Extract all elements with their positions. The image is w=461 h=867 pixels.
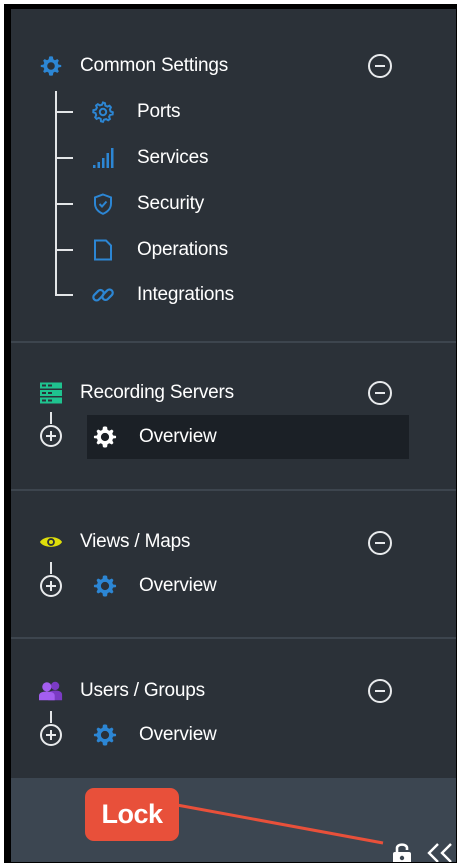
overview-label: Overview bbox=[139, 724, 217, 745]
tree-connector bbox=[55, 91, 57, 295]
tree-connector bbox=[55, 294, 73, 296]
tree-connector bbox=[55, 111, 73, 113]
tree-connector bbox=[55, 203, 73, 205]
lock-button[interactable] bbox=[391, 841, 413, 862]
server-icon bbox=[39, 381, 63, 405]
nav-item-label: Security bbox=[137, 193, 205, 214]
users-groups-title: Users / Groups bbox=[80, 680, 205, 701]
overview-label: Overview bbox=[139, 426, 217, 447]
views-maps-expand-button[interactable] bbox=[40, 575, 62, 597]
tree-connector bbox=[50, 562, 52, 574]
nav-item-label: Services bbox=[137, 147, 209, 168]
views-maps-collapse-button[interactable] bbox=[368, 531, 392, 555]
shield-icon bbox=[91, 192, 115, 216]
tree-connector bbox=[50, 711, 52, 723]
users-groups-overview[interactable]: Overview bbox=[87, 713, 409, 757]
gear-icon bbox=[92, 424, 118, 450]
common-settings-collapse-button[interactable] bbox=[368, 54, 392, 78]
nav-item-services[interactable]: Services bbox=[91, 143, 208, 173]
document-icon bbox=[91, 238, 115, 262]
gear-icon bbox=[39, 54, 63, 78]
recording-servers-collapse-button[interactable] bbox=[368, 381, 392, 405]
tree-connector bbox=[50, 412, 52, 424]
nav-item-integrations[interactable]: Integrations bbox=[91, 280, 234, 310]
nav-item-operations[interactable]: Operations bbox=[91, 235, 228, 265]
recording-servers-title: Recording Servers bbox=[80, 382, 234, 403]
eye-icon bbox=[39, 530, 63, 554]
nav-item-security[interactable]: Security bbox=[91, 189, 204, 219]
users-icon bbox=[39, 679, 63, 703]
common-settings-title: Common Settings bbox=[80, 55, 229, 76]
nav-item-label: Operations bbox=[137, 239, 228, 260]
nav-item-ports[interactable]: Ports bbox=[91, 97, 181, 127]
recording-servers-header[interactable]: Recording Servers bbox=[39, 378, 234, 408]
gear-icon bbox=[92, 722, 118, 748]
users-groups-header[interactable]: Users / Groups bbox=[39, 676, 205, 706]
lock-callout-label: Lock bbox=[85, 788, 179, 841]
nav-item-label: Ports bbox=[137, 101, 181, 122]
tree-connector bbox=[55, 249, 73, 251]
users-groups-expand-button[interactable] bbox=[40, 724, 62, 746]
nav-item-label: Integrations bbox=[137, 284, 234, 305]
users-groups-collapse-button[interactable] bbox=[368, 679, 392, 703]
common-settings-section: Common Settings Ports Services Security … bbox=[11, 9, 456, 341]
users-groups-section: Users / Groups Overview bbox=[11, 639, 456, 778]
recording-servers-overview[interactable]: Overview bbox=[87, 415, 409, 459]
panel-footer bbox=[11, 778, 456, 862]
navigation-panel: Common Settings Ports Services Security … bbox=[11, 9, 456, 862]
recording-servers-section: Recording Servers Overview bbox=[11, 343, 456, 489]
views-maps-header[interactable]: Views / Maps bbox=[39, 527, 190, 557]
gear-icon bbox=[92, 573, 118, 599]
common-settings-header[interactable]: Common Settings bbox=[39, 51, 228, 81]
lock-icon bbox=[391, 843, 413, 862]
signal-bars-icon bbox=[91, 146, 115, 170]
overview-label: Overview bbox=[139, 575, 217, 596]
ports-gear-icon bbox=[91, 100, 115, 124]
link-icon bbox=[91, 283, 115, 307]
views-maps-title: Views / Maps bbox=[80, 531, 191, 552]
views-maps-section: Views / Maps Overview bbox=[11, 491, 456, 637]
collapse-panel-button[interactable] bbox=[425, 840, 455, 862]
double-chevron-left-icon bbox=[425, 843, 455, 862]
tree-connector bbox=[55, 157, 73, 159]
recording-servers-expand-button[interactable] bbox=[40, 425, 62, 447]
views-maps-overview[interactable]: Overview bbox=[87, 564, 409, 608]
